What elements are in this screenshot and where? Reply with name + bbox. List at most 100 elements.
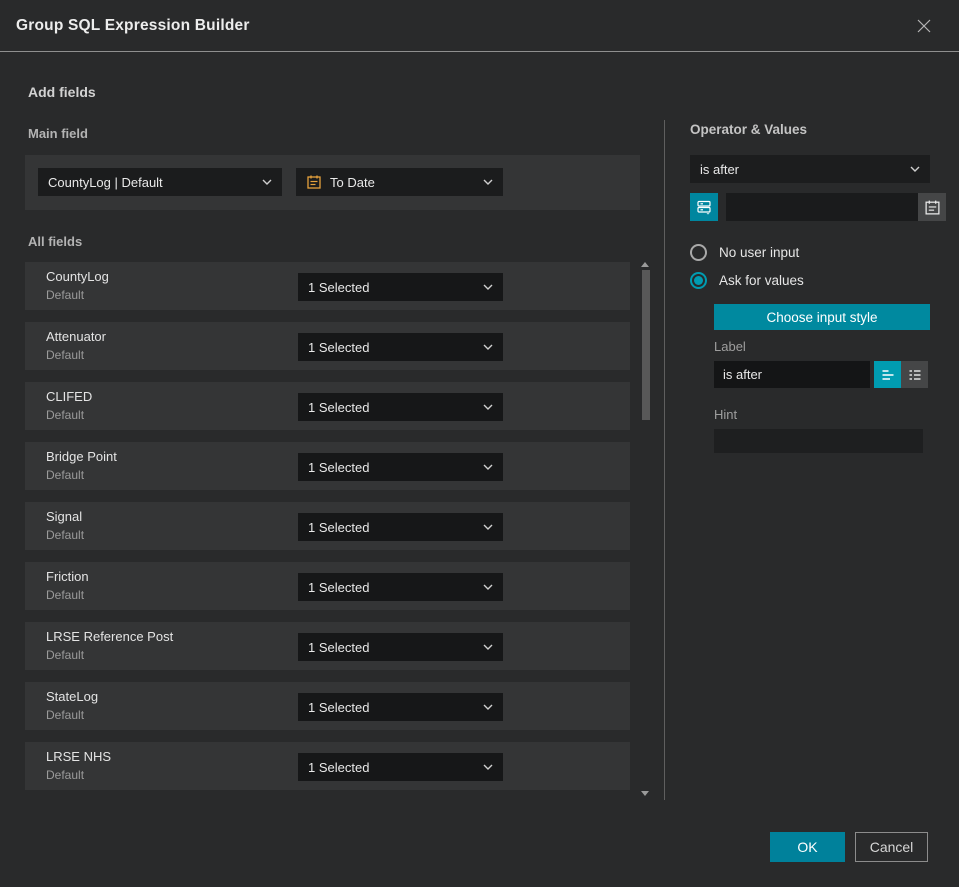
field-sublabel: Default <box>46 648 85 662</box>
calendar-icon[interactable] <box>918 193 946 221</box>
field-name: Attenuator <box>46 329 106 344</box>
field-name: Signal <box>46 509 83 524</box>
chevron-down-icon <box>483 644 493 650</box>
radio-no-user-input[interactable]: No user input <box>690 244 799 261</box>
field-sublabel: Default <box>46 708 85 722</box>
chevron-down-icon <box>483 764 493 770</box>
field-selected-dropdown[interactable]: 1 Selected <box>298 333 503 361</box>
scrollbar-thumb[interactable] <box>642 270 650 420</box>
main-field-label: Main field <box>28 126 88 141</box>
main-field-select[interactable]: CountyLog | Default <box>38 168 282 196</box>
ok-button[interactable]: OK <box>770 832 845 862</box>
field-name: CountyLog <box>46 269 109 284</box>
field-selected-dropdown[interactable]: 1 Selected <box>298 393 503 421</box>
hint-input[interactable] <box>714 429 923 453</box>
chevron-down-icon <box>483 464 493 470</box>
field-name: LRSE NHS <box>46 749 112 764</box>
selected-count: 1 Selected <box>308 279 370 295</box>
radio-label: No user input <box>719 245 800 260</box>
field-row: LRSE NHS Default 1 Selected <box>25 742 630 790</box>
field-selected-dropdown[interactable]: 1 Selected <box>298 693 503 721</box>
radio-icon <box>690 244 707 261</box>
selected-count: 1 Selected <box>308 759 370 775</box>
main-field-select-value: CountyLog | Default <box>48 174 163 190</box>
operator-values-heading: Operator & Values <box>690 122 808 137</box>
field-selected-dropdown[interactable]: 1 Selected <box>298 753 503 781</box>
field-sublabel: Default <box>46 528 85 542</box>
field-row: Bridge Point Default 1 Selected <box>25 442 630 490</box>
chevron-down-icon <box>483 284 493 290</box>
label-input[interactable] <box>714 361 870 388</box>
field-row: Signal Default 1 Selected <box>25 502 630 550</box>
selected-count: 1 Selected <box>308 699 370 715</box>
field-sublabel: Default <box>46 348 85 362</box>
main-field-date-value: To Date <box>330 174 375 190</box>
field-name: Bridge Point <box>46 449 117 464</box>
field-sublabel: Default <box>46 468 85 482</box>
field-selected-dropdown[interactable]: 1 Selected <box>298 513 503 541</box>
all-fields-list: CountyLog Default 1 Selected Attenuator … <box>25 262 630 790</box>
field-selected-dropdown[interactable]: 1 Selected <box>298 573 503 601</box>
selected-count: 1 Selected <box>308 519 370 535</box>
calendar-icon <box>306 174 322 190</box>
field-row: Attenuator Default 1 Selected <box>25 322 630 370</box>
operator-select[interactable]: is after <box>690 155 930 183</box>
panel-divider <box>664 120 665 800</box>
selected-count: 1 Selected <box>308 579 370 595</box>
operator-select-value: is after <box>700 161 740 177</box>
selected-count: 1 Selected <box>308 459 370 475</box>
stacked-values-icon[interactable] <box>690 193 718 221</box>
main-field-panel: CountyLog | Default To Date <box>25 155 640 210</box>
field-row: Friction Default 1 Selected <box>25 562 630 610</box>
radio-icon <box>690 272 707 289</box>
value-input[interactable] <box>726 193 918 221</box>
value-input-row <box>690 193 946 221</box>
chevron-down-icon <box>483 344 493 350</box>
group-sql-expression-builder-dialog: Group SQL Expression Builder Add fields … <box>0 0 959 887</box>
close-icon[interactable] <box>913 15 935 37</box>
main-field-date-select[interactable]: To Date <box>296 168 503 196</box>
field-name: CLIFED <box>46 389 93 404</box>
ask-values-options: Choose input style Label is after Hint <box>714 304 930 453</box>
list-input-style-icon[interactable] <box>901 361 928 388</box>
chevron-down-icon <box>483 179 493 185</box>
field-selected-dropdown[interactable]: 1 Selected <box>298 273 503 301</box>
chevron-down-icon <box>483 524 493 530</box>
field-row: StateLog Default 1 Selected <box>25 682 630 730</box>
single-input-style-icon[interactable] <box>874 361 901 388</box>
selected-count: 1 Selected <box>308 639 370 655</box>
choose-input-style-button[interactable]: Choose input style <box>714 304 930 330</box>
selected-count: 1 Selected <box>308 399 370 415</box>
field-selected-dropdown[interactable]: 1 Selected <box>298 633 503 661</box>
field-row: CountyLog Default 1 Selected <box>25 262 630 310</box>
field-name: Friction <box>46 569 89 584</box>
radio-ask-for-values[interactable]: Ask for values <box>690 272 804 289</box>
field-name: StateLog <box>46 689 99 704</box>
dialog-header: Group SQL Expression Builder <box>0 0 959 52</box>
field-sublabel: Default <box>46 588 85 602</box>
scroll-down-arrow-icon[interactable] <box>641 791 649 796</box>
field-sublabel: Default <box>46 288 85 302</box>
label-input-row <box>714 361 930 388</box>
chevron-down-icon <box>262 179 272 185</box>
radio-label: Ask for values <box>719 273 804 288</box>
chevron-down-icon <box>483 584 493 590</box>
field-row: CLIFED Default 1 Selected <box>25 382 630 430</box>
field-name: LRSE Reference Post <box>46 629 174 644</box>
label-field-label: Label <box>714 339 746 354</box>
field-row: LRSE Reference Post Default 1 Selected <box>25 622 630 670</box>
chevron-down-icon <box>483 704 493 710</box>
field-selected-dropdown[interactable]: 1 Selected <box>298 453 503 481</box>
hint-field-label: Hint <box>714 407 738 422</box>
scroll-up-arrow-icon[interactable] <box>641 262 649 267</box>
all-fields-label: All fields <box>28 234 83 249</box>
dialog-title: Group SQL Expression Builder <box>16 16 250 34</box>
field-sublabel: Default <box>46 408 85 422</box>
selected-count: 1 Selected <box>308 339 370 355</box>
field-sublabel: Default <box>46 768 85 782</box>
chevron-down-icon <box>483 404 493 410</box>
add-fields-heading: Add fields <box>28 84 96 100</box>
cancel-button[interactable]: Cancel <box>855 832 928 862</box>
list-scrollbar[interactable] <box>638 260 652 798</box>
chevron-down-icon <box>910 166 920 172</box>
